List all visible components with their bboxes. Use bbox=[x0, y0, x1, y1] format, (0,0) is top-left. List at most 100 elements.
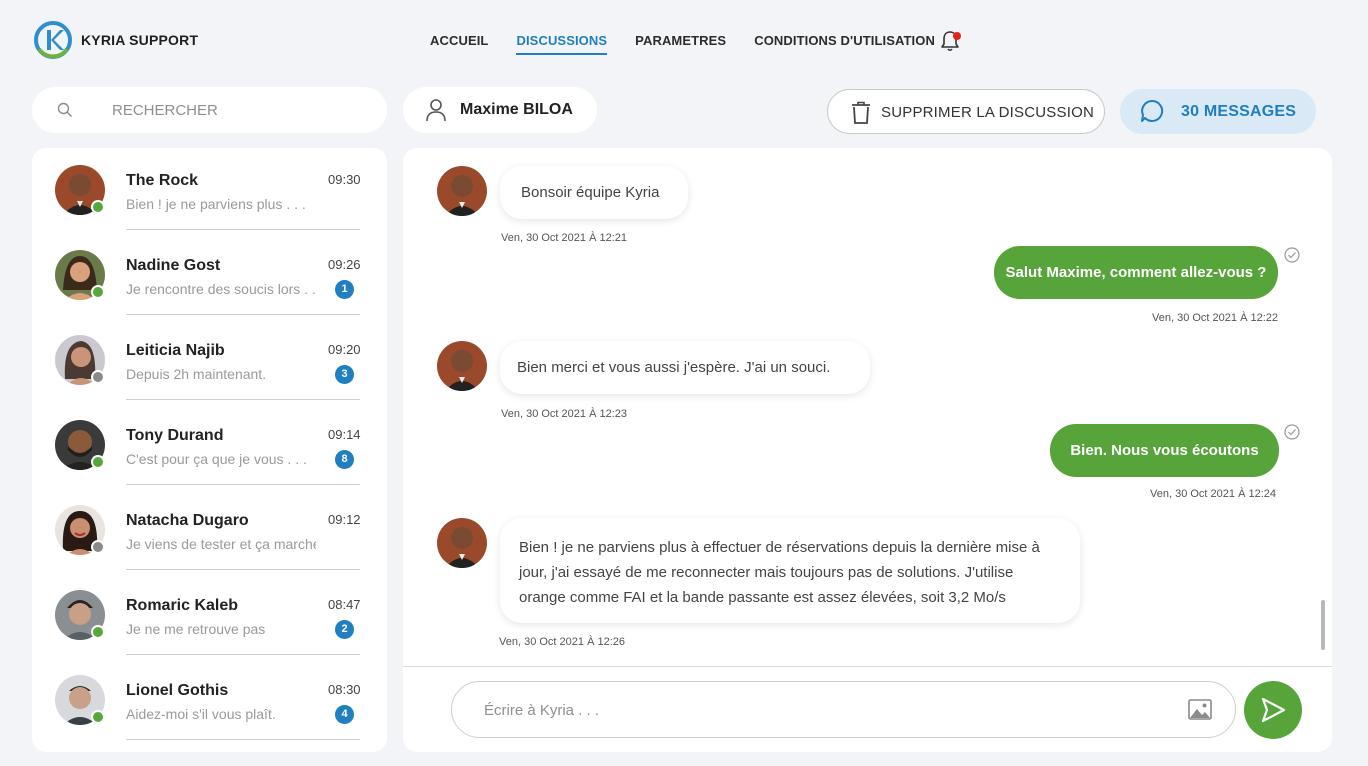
search-input[interactable] bbox=[112, 99, 372, 121]
sender-avatar bbox=[437, 166, 487, 216]
message-text-line: Bien ! je ne parviens plus à effectuer d… bbox=[519, 539, 1040, 556]
main-nav: ACCUEIL DISCUSSIONS PARAMETRES CONDITION… bbox=[430, 0, 963, 80]
brand[interactable]: KYRIA SUPPORT bbox=[34, 21, 198, 59]
message-count-label: 30 MESSAGES bbox=[1181, 103, 1297, 120]
brand-name: KYRIA SUPPORT bbox=[81, 32, 199, 48]
kyria-logo-icon bbox=[34, 21, 72, 59]
conversation-item[interactable]: Lionel Gothis 08:30 Aidez-moi s'il vous … bbox=[32, 658, 387, 743]
contact-name: Leiticia Najib bbox=[126, 342, 225, 359]
message-preview: Bien ! je ne parviens plus . . . bbox=[126, 196, 306, 212]
chat-panel: Bonsoir équipe Kyria Ven, 30 Oct 2021 À … bbox=[403, 148, 1332, 752]
message-timestamp: Ven, 30 Oct 2021 À 12:22 bbox=[1152, 312, 1278, 324]
status-online-indicator bbox=[91, 710, 105, 724]
nav-discussions[interactable]: DISCUSSIONS bbox=[516, 27, 607, 55]
message-timestamp: Ven, 30 Oct 2021 À 12:21 bbox=[501, 232, 627, 244]
conversation-item[interactable]: The Rock 09:30 Bien ! je ne parviens plu… bbox=[32, 148, 387, 233]
chat-bubble-icon bbox=[1140, 99, 1164, 123]
message-composer[interactable] bbox=[451, 681, 1236, 738]
nav-conditions[interactable]: CONDITIONS D'UTILISATION bbox=[754, 27, 935, 54]
message-text-line: jour, j'ai essayé de me reconnecter mais… bbox=[519, 564, 1014, 581]
conversation-list: The Rock 09:30 Bien ! je ne parviens plu… bbox=[32, 148, 387, 752]
user-icon bbox=[425, 98, 447, 122]
chat-user-name: Maxime BILOA bbox=[460, 101, 573, 118]
status-online-indicator bbox=[91, 455, 105, 469]
unread-badge: 2 bbox=[335, 620, 354, 639]
delete-discussion-label: SUPPRIMER LA DISCUSSION bbox=[881, 104, 1094, 121]
message-preview: Je viens de tester et ça marche. bbox=[126, 536, 316, 552]
message-text: Bien. Nous vous écoutons bbox=[1070, 442, 1259, 459]
status-online-indicator bbox=[91, 285, 105, 299]
status-offline-indicator bbox=[91, 370, 105, 384]
contact-name: Nadine Gost bbox=[126, 257, 221, 274]
search-icon bbox=[57, 102, 73, 118]
contact-name: Romaric Kaleb bbox=[126, 597, 239, 614]
image-attach-icon[interactable] bbox=[1188, 699, 1212, 720]
message-timestamp: Ven, 30 Oct 2021 À 12:23 bbox=[501, 408, 627, 420]
divider bbox=[126, 399, 360, 400]
message-time: 09:14 bbox=[328, 427, 361, 442]
sender-avatar bbox=[437, 341, 487, 391]
message-timestamp: Ven, 30 Oct 2021 À 12:26 bbox=[499, 636, 625, 648]
message-preview: Aidez-moi s'il vous plaît. bbox=[126, 706, 276, 722]
incoming-message-bubble: Bien ! je ne parviens plus à effectuer d… bbox=[500, 518, 1080, 623]
notification-dot bbox=[953, 32, 961, 40]
divider bbox=[126, 484, 360, 485]
delete-discussion-button[interactable]: SUPPRIMER LA DISCUSSION bbox=[827, 89, 1105, 134]
check-icon bbox=[1284, 247, 1300, 263]
contact-name: Natacha Dugaro bbox=[126, 512, 249, 529]
message-time: 09:30 bbox=[328, 172, 361, 187]
divider bbox=[126, 314, 360, 315]
incoming-message-bubble: Bonsoir équipe Kyria bbox=[500, 166, 688, 219]
message-time: 09:26 bbox=[328, 257, 361, 272]
chat-scrollbar[interactable] bbox=[1321, 600, 1325, 650]
composer-divider bbox=[403, 666, 1332, 667]
contact-name: Lionel Gothis bbox=[126, 682, 229, 699]
nav-parametres[interactable]: PARAMETRES bbox=[635, 27, 726, 54]
contact-name: The Rock bbox=[126, 172, 199, 189]
message-time: 09:12 bbox=[328, 512, 361, 527]
unread-badge: 4 bbox=[335, 705, 354, 724]
divider bbox=[126, 654, 360, 655]
send-button[interactable] bbox=[1244, 681, 1302, 739]
search-bar[interactable] bbox=[32, 87, 387, 133]
outgoing-message-bubble: Salut Maxime, comment allez-vous ? bbox=[994, 246, 1278, 299]
incoming-message-bubble: Bien merci et vous aussi j'espère. J'ai … bbox=[500, 341, 870, 394]
status-online-indicator bbox=[91, 200, 105, 214]
message-time: 08:47 bbox=[328, 597, 361, 612]
message-text: Salut Maxime, comment allez-vous ? bbox=[1005, 264, 1267, 281]
conversation-item[interactable]: Nadine Gost 09:26 Je rencontre des souci… bbox=[32, 233, 387, 318]
message-preview: Je rencontre des soucis lors . . . bbox=[126, 281, 316, 297]
unread-badge: 3 bbox=[335, 365, 354, 384]
status-online-indicator bbox=[91, 625, 105, 639]
send-icon bbox=[1261, 697, 1286, 723]
trash-icon bbox=[850, 101, 872, 124]
divider bbox=[126, 739, 360, 740]
status-offline-indicator bbox=[91, 540, 105, 554]
nav-accueil[interactable]: ACCUEIL bbox=[430, 27, 488, 54]
sender-avatar bbox=[437, 518, 487, 568]
message-preview: Je ne me retrouve pas bbox=[126, 621, 266, 637]
top-header: KYRIA SUPPORT ACCUEIL DISCUSSIONS PARAME… bbox=[0, 0, 1368, 80]
message-timestamp: Ven, 30 Oct 2021 À 12:24 bbox=[1150, 488, 1276, 500]
message-preview: Depuis 2h maintenant. bbox=[126, 366, 267, 382]
unread-badge: 8 bbox=[335, 450, 354, 469]
contact-name: Tony Durand bbox=[126, 427, 224, 444]
check-icon bbox=[1284, 424, 1300, 440]
conversation-item[interactable]: Leiticia Najib 09:20 Depuis 2h maintenan… bbox=[32, 318, 387, 403]
chat-user-pill[interactable]: Maxime BILOA bbox=[403, 87, 597, 133]
message-input[interactable] bbox=[484, 699, 1164, 721]
conversation-item[interactable]: Romaric Kaleb 08:47 Je ne me retrouve pa… bbox=[32, 573, 387, 658]
divider bbox=[126, 569, 360, 570]
outgoing-message-bubble: Bien. Nous vous écoutons bbox=[1050, 424, 1279, 477]
message-text-line: orange comme FAI et la bande passante es… bbox=[519, 589, 1006, 606]
unread-badge: 1 bbox=[335, 280, 354, 299]
message-preview: C'est pour ça que je vous . . . bbox=[126, 451, 307, 467]
conversation-item[interactable]: Tony Durand 09:14 C'est pour ça que je v… bbox=[32, 403, 387, 488]
divider bbox=[126, 229, 360, 230]
conversation-item[interactable]: Natacha Dugaro 09:12 Je viens de tester … bbox=[32, 488, 387, 573]
message-time: 08:30 bbox=[328, 682, 361, 697]
message-time: 09:20 bbox=[328, 342, 361, 357]
message-text: Bien merci et vous aussi j'espère. J'ai … bbox=[517, 359, 831, 376]
message-count-button[interactable]: 30 MESSAGES bbox=[1120, 89, 1316, 134]
message-text: Bonsoir équipe Kyria bbox=[521, 184, 660, 201]
